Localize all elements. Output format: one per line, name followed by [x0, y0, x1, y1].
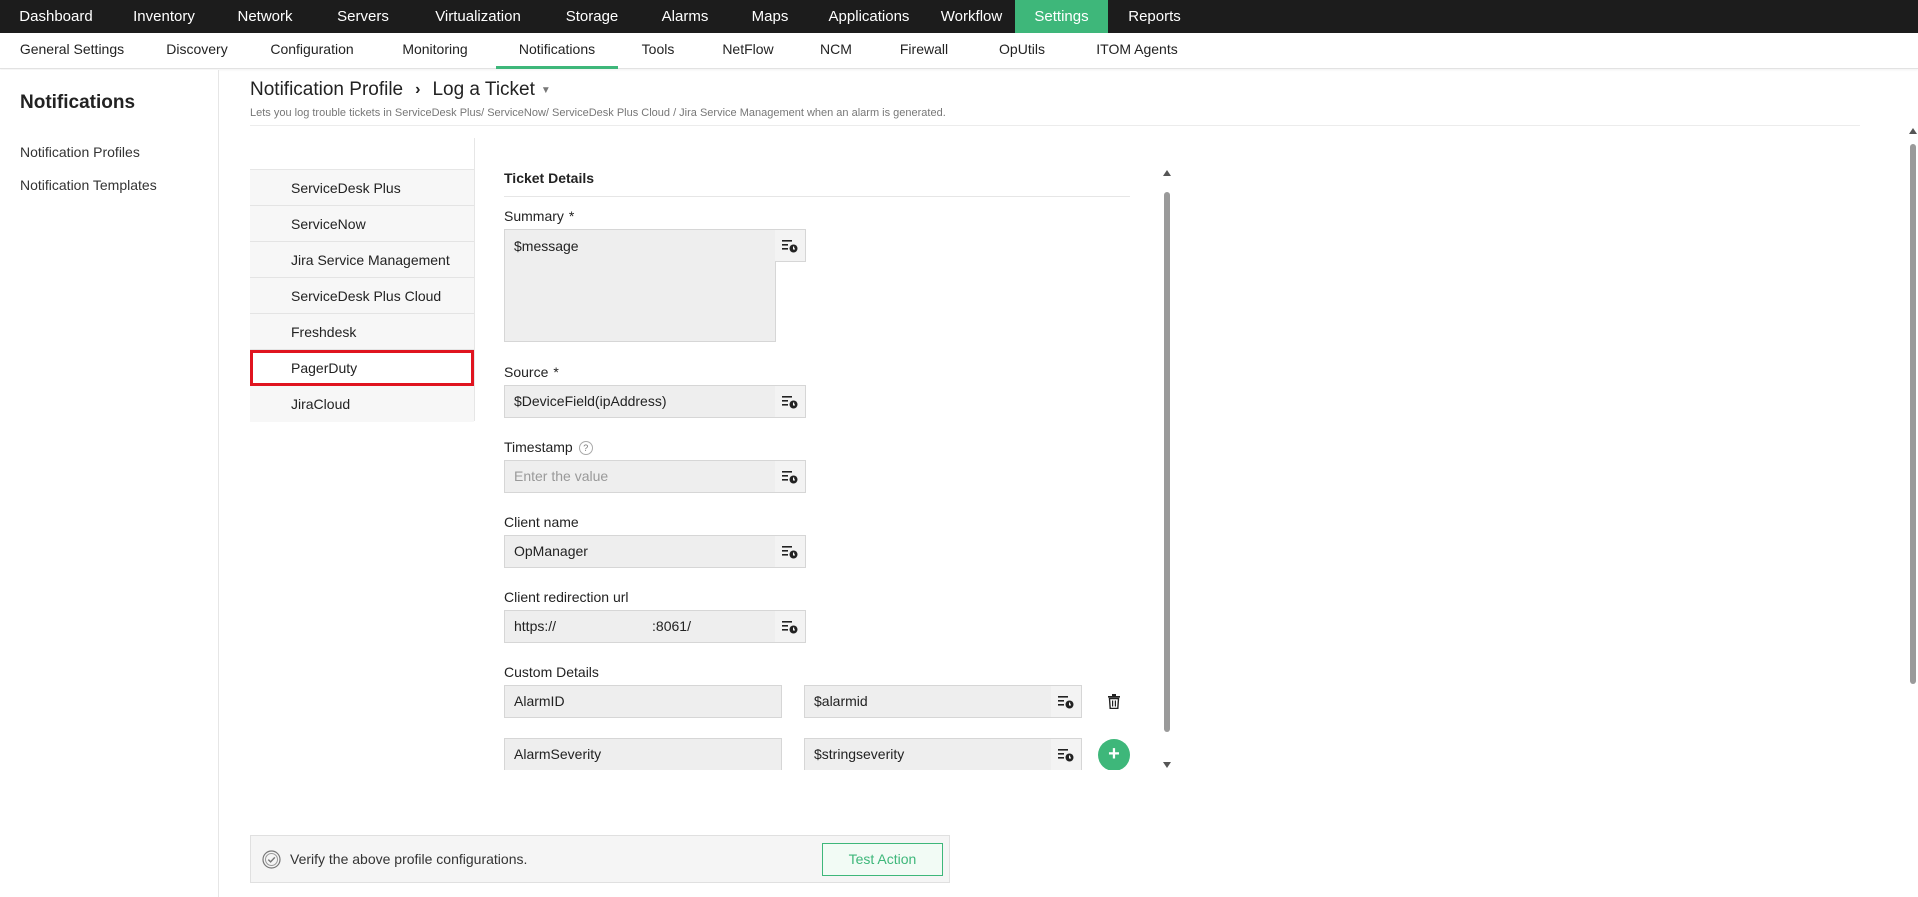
variable-picker-button[interactable] [775, 610, 806, 643]
topnav-network[interactable]: Network [216, 0, 314, 33]
tool-list-divider [474, 138, 475, 421]
subnav-ncm[interactable]: NCM [798, 33, 874, 69]
variable-picker-button[interactable] [775, 460, 806, 493]
scroll-down-icon[interactable] [1163, 762, 1171, 768]
variable-picker-button[interactable] [1051, 738, 1082, 770]
topnav-applications[interactable]: Applications [810, 0, 928, 33]
test-action-button[interactable]: Test Action [822, 843, 943, 876]
scroll-up-icon[interactable] [1163, 170, 1171, 176]
variable-list-icon [782, 395, 798, 408]
page-subtitle: Lets you log trouble tickets in ServiceD… [250, 107, 946, 119]
source-label-text: Source [504, 364, 549, 380]
topnav-servers[interactable]: Servers [314, 0, 412, 33]
top-navigation: Dashboard Inventory Network Servers Virt… [0, 0, 1918, 33]
client-url-field[interactable]: https:// :8061/ [504, 610, 776, 643]
sidebar-title: Notifications [20, 92, 136, 113]
custom-detail-value-field[interactable]: $alarmid [804, 685, 1052, 718]
verify-text: Verify the above profile configurations. [290, 851, 528, 867]
ticket-details-form: Ticket Details Summary * $message Source *… [504, 160, 1134, 770]
topnav-inventory[interactable]: Inventory [112, 0, 216, 33]
check-circle-icon [262, 850, 281, 869]
subnav-discovery[interactable]: Discovery [144, 33, 250, 69]
breadcrumb-current[interactable]: Log a Ticket [432, 79, 534, 101]
client-url-prefix: https:// [514, 618, 557, 634]
scrollbar-thumb[interactable] [1910, 144, 1916, 684]
topnav-virtualization[interactable]: Virtualization [412, 0, 544, 33]
subnav-notifications[interactable]: Notifications [496, 33, 618, 69]
subnav-general-settings[interactable]: General Settings [0, 33, 144, 69]
sub-navigation: General Settings Discovery Configuration… [0, 33, 1918, 69]
variable-picker-button[interactable] [775, 535, 806, 568]
timestamp-field[interactable]: Enter the value [504, 460, 776, 493]
caret-down-icon[interactable]: ▼ [541, 85, 551, 96]
topnav-maps[interactable]: Maps [730, 0, 810, 33]
chevron-right-icon: › [415, 81, 421, 98]
tool-item-servicenow[interactable]: ServiceNow [250, 206, 474, 242]
tool-item-freshdesk[interactable]: Freshdesk [250, 314, 474, 350]
topnav-workflow[interactable]: Workflow [928, 0, 1015, 33]
summary-field[interactable]: $message [504, 229, 776, 342]
variable-list-icon [782, 620, 798, 633]
variable-picker-button[interactable] [775, 229, 806, 262]
required-marker: * [553, 364, 559, 380]
variable-list-icon [782, 470, 798, 483]
sidebar-item-notification-profiles[interactable]: Notification Profiles [20, 144, 140, 160]
sidebar-item-notification-templates[interactable]: Notification Templates [20, 177, 157, 193]
client-url-suffix: :8061/ [652, 618, 691, 634]
topnav-reports[interactable]: Reports [1108, 0, 1201, 33]
source-label: Source * [504, 364, 559, 380]
variable-picker-button[interactable] [775, 385, 806, 418]
client-name-label: Client name [504, 514, 579, 530]
custom-detail-value-field[interactable]: $stringseverity [804, 738, 1052, 770]
custom-detail-key-field[interactable]: AlarmID [504, 685, 782, 718]
topnav-storage[interactable]: Storage [544, 0, 640, 33]
left-sidebar: Notifications Notification Profiles Noti… [0, 70, 219, 897]
topnav-settings[interactable]: Settings [1015, 0, 1108, 33]
breadcrumb: Notification Profile › Log a Ticket ▼ [250, 79, 551, 101]
tool-item-servicedesk-plus-cloud[interactable]: ServiceDesk Plus Cloud [250, 278, 474, 314]
help-icon[interactable]: ? [578, 441, 593, 456]
ticketing-tool-list: ServiceDesk Plus ServiceNow Jira Service… [250, 169, 474, 422]
timestamp-label: Timestamp? [504, 439, 593, 456]
required-marker: * [568, 208, 575, 224]
variable-list-icon [782, 545, 798, 558]
tool-item-pagerduty[interactable]: PagerDuty [250, 350, 474, 386]
source-field[interactable]: $DeviceField(ipAddress) [504, 385, 776, 418]
variable-list-icon [782, 239, 798, 252]
custom-detail-key-field[interactable]: AlarmSeverity [504, 738, 782, 770]
verify-bar: Verify the above profile configurations.… [250, 835, 950, 883]
scroll-up-icon[interactable] [1909, 128, 1917, 134]
subnav-oputils[interactable]: OpUtils [974, 33, 1070, 69]
variable-picker-button[interactable] [1051, 685, 1082, 718]
scrollbar-thumb[interactable] [1164, 192, 1170, 732]
tool-item-servicedesk-plus[interactable]: ServiceDesk Plus [250, 170, 474, 206]
subnav-netflow[interactable]: NetFlow [698, 33, 798, 69]
topnav-dashboard[interactable]: Dashboard [0, 0, 112, 33]
tool-item-jiracloud[interactable]: JiraCloud [250, 386, 474, 422]
form-scrollbar[interactable] [1163, 170, 1172, 768]
subnav-itom-agents[interactable]: ITOM Agents [1070, 33, 1204, 69]
add-custom-detail-button[interactable]: + [1098, 739, 1130, 770]
tool-item-jira-service-management[interactable]: Jira Service Management [250, 242, 474, 278]
subnav-firewall[interactable]: Firewall [874, 33, 974, 69]
subnav-monitoring[interactable]: Monitoring [374, 33, 496, 69]
header-divider [250, 125, 1860, 126]
timestamp-label-text: Timestamp [504, 439, 573, 455]
summary-label: Summary * [504, 208, 574, 224]
page-scrollbar[interactable] [1908, 128, 1918, 897]
section-title: Ticket Details [504, 170, 595, 186]
section-divider [504, 196, 1130, 197]
client-name-field[interactable]: OpManager [504, 535, 776, 568]
variable-list-icon [1058, 748, 1074, 761]
summary-label-text: Summary [504, 208, 564, 224]
subnav-configuration[interactable]: Configuration [250, 33, 374, 69]
custom-details-label: Custom Details [504, 664, 599, 680]
breadcrumb-parent[interactable]: Notification Profile [250, 79, 403, 101]
variable-list-icon [1058, 695, 1074, 708]
trash-icon[interactable] [1104, 691, 1124, 711]
client-url-label: Client redirection url [504, 589, 629, 605]
topnav-alarms[interactable]: Alarms [640, 0, 730, 33]
subnav-tools[interactable]: Tools [618, 33, 698, 69]
